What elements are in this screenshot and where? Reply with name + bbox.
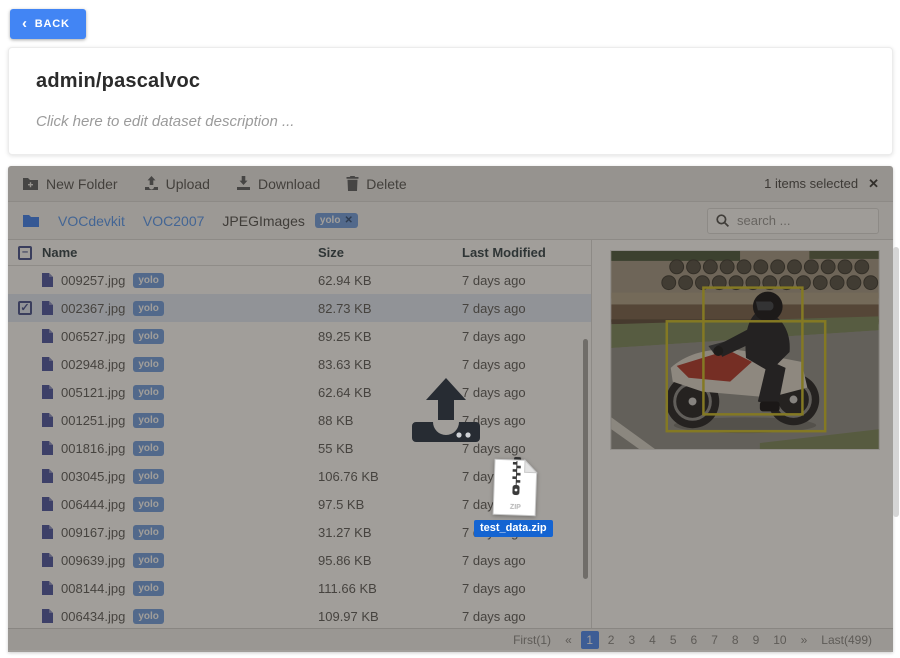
zip-type-text: ZIP [510, 504, 521, 511]
upload-drop-icon [412, 378, 480, 447]
zip-file-icon: ZIP [491, 456, 539, 523]
page-title: admin/pascalvoc [36, 70, 865, 93]
page: ‹ BACK admin/pascalvoc Click here to edi… [0, 0, 900, 658]
back-button-label: BACK [35, 18, 70, 30]
file-manager-panel: New Folder Upload Download Delete [8, 166, 893, 652]
drag-ghost-filename: test_data.zip [474, 520, 553, 537]
dataset-card: admin/pascalvoc Click here to edit datas… [8, 47, 893, 155]
back-button[interactable]: ‹ BACK [10, 9, 86, 39]
page-scrollbar[interactable] [893, 247, 899, 517]
dataset-description-placeholder[interactable]: Click here to edit dataset description .… [36, 113, 865, 130]
chevron-left-icon: ‹ [22, 16, 28, 31]
